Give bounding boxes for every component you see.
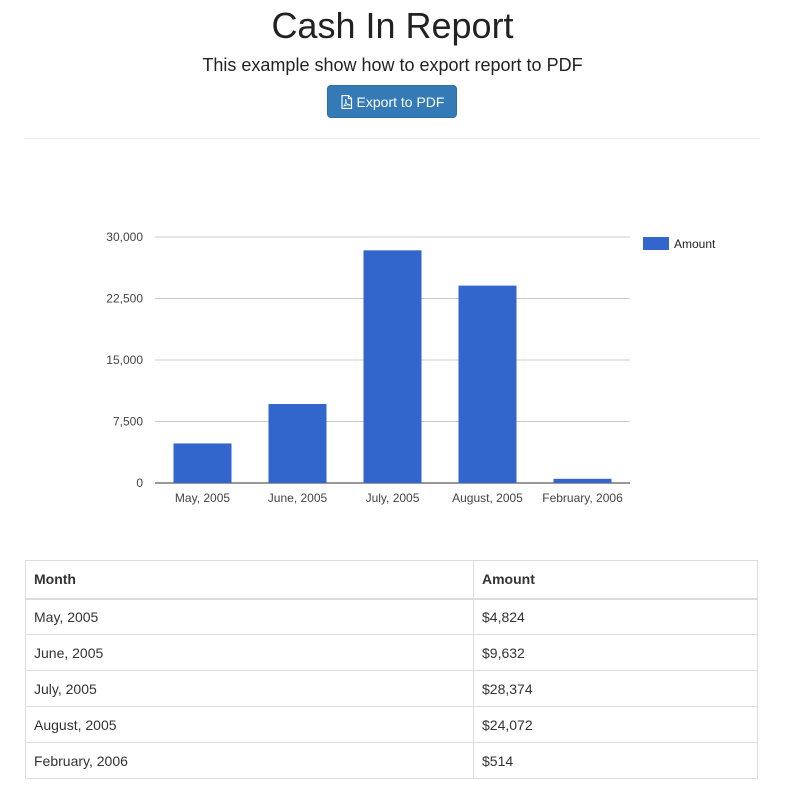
cash-in-table: Month Amount May, 2005 $4,824 June, 2005… [25, 560, 758, 779]
export-pdf-button[interactable]: Export to PDF [327, 85, 457, 118]
table-row: February, 2006 $514 [25, 742, 758, 779]
cell-amount: $4,824 [473, 598, 758, 635]
cell-month: May, 2005 [25, 598, 474, 635]
export-pdf-label: Export to PDF [356, 93, 445, 110]
legend-swatch [643, 237, 669, 250]
legend-label: Amount [674, 237, 716, 251]
cell-amount: $24,072 [473, 706, 758, 743]
cell-month: July, 2005 [25, 670, 474, 707]
bar [268, 404, 327, 483]
table-row: July, 2005 $28,374 [25, 670, 758, 707]
header-divider [25, 138, 760, 139]
cell-amount: $28,374 [473, 670, 758, 707]
bar [458, 285, 517, 483]
x-tick-label: May, 2005 [175, 491, 230, 505]
y-tick-label: 22,500 [106, 292, 143, 306]
bar [363, 250, 422, 483]
cell-month: June, 2005 [25, 634, 474, 671]
table-header-row: Month Amount [25, 560, 758, 600]
x-tick-label: August, 2005 [452, 491, 523, 505]
cell-amount: $514 [473, 742, 758, 779]
table-row: June, 2005 $9,632 [25, 634, 758, 671]
y-tick-label: 0 [136, 476, 143, 490]
page-subtitle: This example show how to export report t… [202, 55, 583, 75]
y-tick-label: 7,500 [113, 415, 143, 429]
y-tick-label: 30,000 [106, 230, 143, 244]
cell-month: February, 2006 [25, 742, 474, 779]
table-row: May, 2005 $4,824 [25, 598, 758, 635]
bar [173, 443, 232, 483]
cash-in-bar-chart: 0 7,500 15,000 22,500 30,000 May, 2005 June, 2… [106, 230, 716, 505]
y-tick-label: 15,000 [106, 353, 143, 367]
x-tick-label: February, 2006 [542, 491, 623, 505]
column-header-amount: Amount [473, 560, 758, 600]
cell-amount: $9,632 [473, 634, 758, 671]
bar [553, 478, 612, 483]
cell-month: August, 2005 [25, 706, 474, 743]
x-tick-label: June, 2005 [268, 491, 328, 505]
page-title: Cash In Report [271, 5, 514, 46]
table-row: August, 2005 $24,072 [25, 706, 758, 743]
column-header-month: Month [25, 560, 474, 600]
file-pdf-icon [340, 94, 353, 109]
x-tick-label: July, 2005 [366, 491, 420, 505]
